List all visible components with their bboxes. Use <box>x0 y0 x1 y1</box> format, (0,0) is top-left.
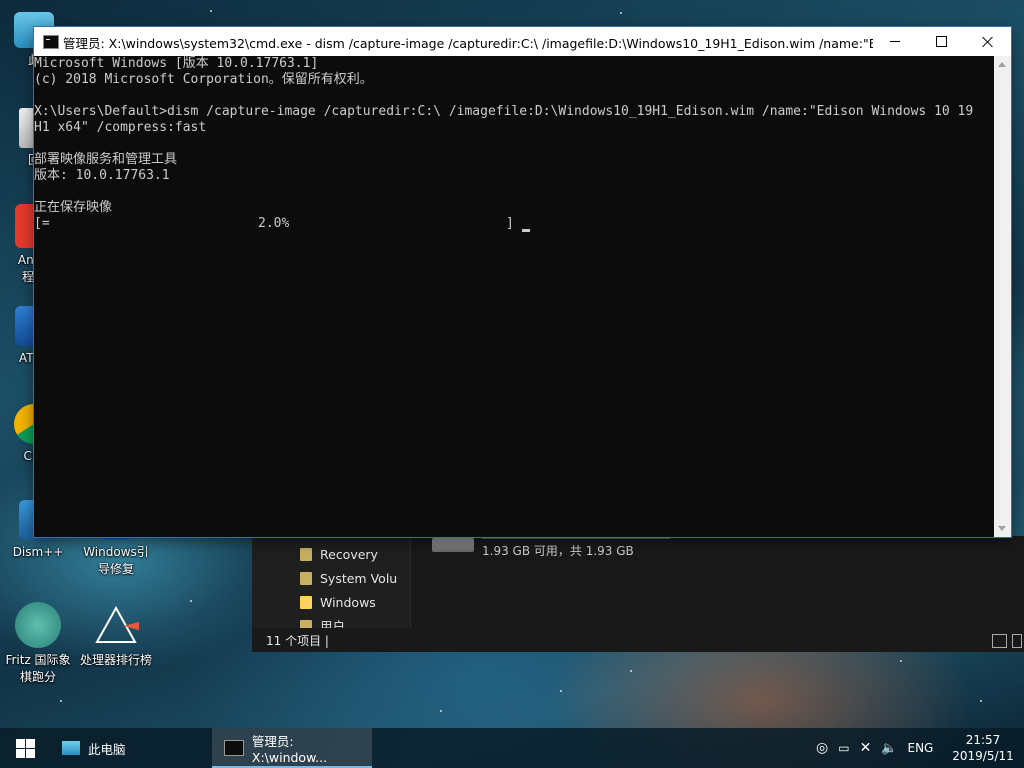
clock-date: 2019/5/11 <box>952 749 1014 763</box>
drive-item[interactable]: 1.93 GB 可用，共 1.93 GB <box>432 536 732 576</box>
folder-icon <box>300 596 312 609</box>
folder-icon <box>300 572 312 585</box>
globe-icon[interactable]: ◎ <box>816 740 828 756</box>
close-button[interactable] <box>965 27 1011 56</box>
console-line: 正在保存映像 <box>34 200 113 215</box>
nav-item-label: Recovery <box>320 547 378 562</box>
nav-item-label: System Volu <box>320 571 398 586</box>
drive-icon <box>432 538 474 552</box>
explorer-status-bar: 11 个项目 | <box>252 628 1024 652</box>
clock-time: 21:57 <box>965 733 1001 747</box>
nav-item-windows[interactable]: Windows <box>300 592 376 614</box>
taskbar-item-label: 管理员: X:\window... <box>251 734 328 765</box>
scroll-down-icon[interactable] <box>998 526 1006 531</box>
large-icons-view-icon[interactable] <box>1012 634 1022 648</box>
clock[interactable]: 21:57 2019/5/11 <box>950 732 1016 764</box>
volume-icon[interactable]: 🔈 <box>881 741 897 756</box>
start-button[interactable] <box>0 728 50 768</box>
console-line: Microsoft Windows [版本 10.0.17763.1] <box>34 56 319 71</box>
window-title: 管理员: X:\windows\system32\cmd.exe - dism … <box>63 36 873 51</box>
nav-item-label: 用户 <box>320 619 346 628</box>
maximize-icon <box>935 36 947 47</box>
folder-icon <box>300 620 312 628</box>
progress-close-bracket: ] <box>506 216 514 231</box>
cmd-window[interactable]: 管理员: X:\windows\system32\cmd.exe - dism … <box>34 27 1011 537</box>
cmd-icon <box>224 740 244 756</box>
taskbar: 此电脑 管理员: X:\window... ◎ ▭ ✕ 🔈 ENG 21:57 … <box>0 728 1024 768</box>
folder-icon <box>300 548 312 561</box>
fritz-chess-icon <box>15 602 61 648</box>
file-explorer-window: Recovery System Volu Windows 用户 1.93 GB … <box>252 536 1024 652</box>
nav-item-recovery[interactable]: Recovery <box>300 544 378 566</box>
nav-item-users[interactable]: 用户 <box>300 616 345 628</box>
console-line: X:\Users\Default>dism /capture-image /ca… <box>34 104 974 119</box>
desktop-icon-label: Windows引 <box>83 545 149 559</box>
console-line: (c) 2018 Microsoft Corporation。保留所有权利。 <box>34 72 373 87</box>
x-icon[interactable]: ✕ <box>860 740 872 756</box>
console-output[interactable]: Microsoft Windows [版本 10.0.17763.1] (c) … <box>34 56 994 537</box>
details-view-icon[interactable] <box>992 634 1007 648</box>
taskbar-item-label: 此电脑 <box>88 741 126 757</box>
desktop-icon-label-line2: 导修复 <box>97 562 134 576</box>
windows-logo-icon <box>15 738 35 758</box>
language-indicator[interactable]: ENG <box>907 741 933 755</box>
item-count: 11 个项目 | <box>266 634 329 648</box>
desktop-icon-label: 处理器排行榜 <box>79 653 152 667</box>
this-pc-icon <box>62 741 80 755</box>
drive-space-text: 1.93 GB 可用，共 1.93 GB <box>482 544 634 558</box>
taskbar-item-this-pc[interactable]: 此电脑 <box>50 728 210 768</box>
desktop-icon-label: Fritz 国际象 <box>5 653 71 667</box>
cpu-ranking-icon <box>93 602 139 648</box>
console-line: 部署映像服务和管理工具 <box>34 152 178 167</box>
progress-percent: 2.0% <box>258 216 290 231</box>
minimize-icon <box>890 41 900 42</box>
cmd-vertical-scrollbar[interactable] <box>994 56 1011 537</box>
cmd-title-bar[interactable]: 管理员: X:\windows\system32\cmd.exe - dism … <box>34 27 1011 56</box>
desktop-icon-cpu-ranking[interactable]: 处理器排行榜 <box>78 602 154 669</box>
system-tray: ◎ ▭ ✕ 🔈 ENG <box>816 728 933 768</box>
text-cursor <box>522 229 530 232</box>
nav-item-system-volume[interactable]: System Volu <box>300 568 397 590</box>
desktop-icon-fritz-chess[interactable]: Fritz 国际象 棋跑分 <box>0 602 76 686</box>
minimize-button[interactable] <box>872 27 918 56</box>
console-line: 版本: 10.0.17763.1 <box>34 168 170 183</box>
progress-open-bracket: [= <box>34 216 50 231</box>
taskbar-item-cmd[interactable]: 管理员: X:\window... <box>212 728 372 768</box>
scroll-up-icon[interactable] <box>998 62 1006 67</box>
explorer-nav-pane: Recovery System Volu Windows 用户 <box>252 536 410 628</box>
desktop-icon-label: Dism++ <box>12 545 64 559</box>
cmd-icon <box>43 35 59 49</box>
nav-scrollbar[interactable] <box>410 536 411 628</box>
maximize-button[interactable] <box>918 27 964 56</box>
progress-indicator: [= 2.0% ] <box>34 216 994 232</box>
network-icon[interactable]: ▭ <box>838 741 849 755</box>
nav-item-label: Windows <box>320 595 376 610</box>
desktop-icon-label-line2: 棋跑分 <box>19 670 56 684</box>
console-line: H1 x64" /compress:fast <box>34 120 207 135</box>
close-icon <box>982 36 994 48</box>
